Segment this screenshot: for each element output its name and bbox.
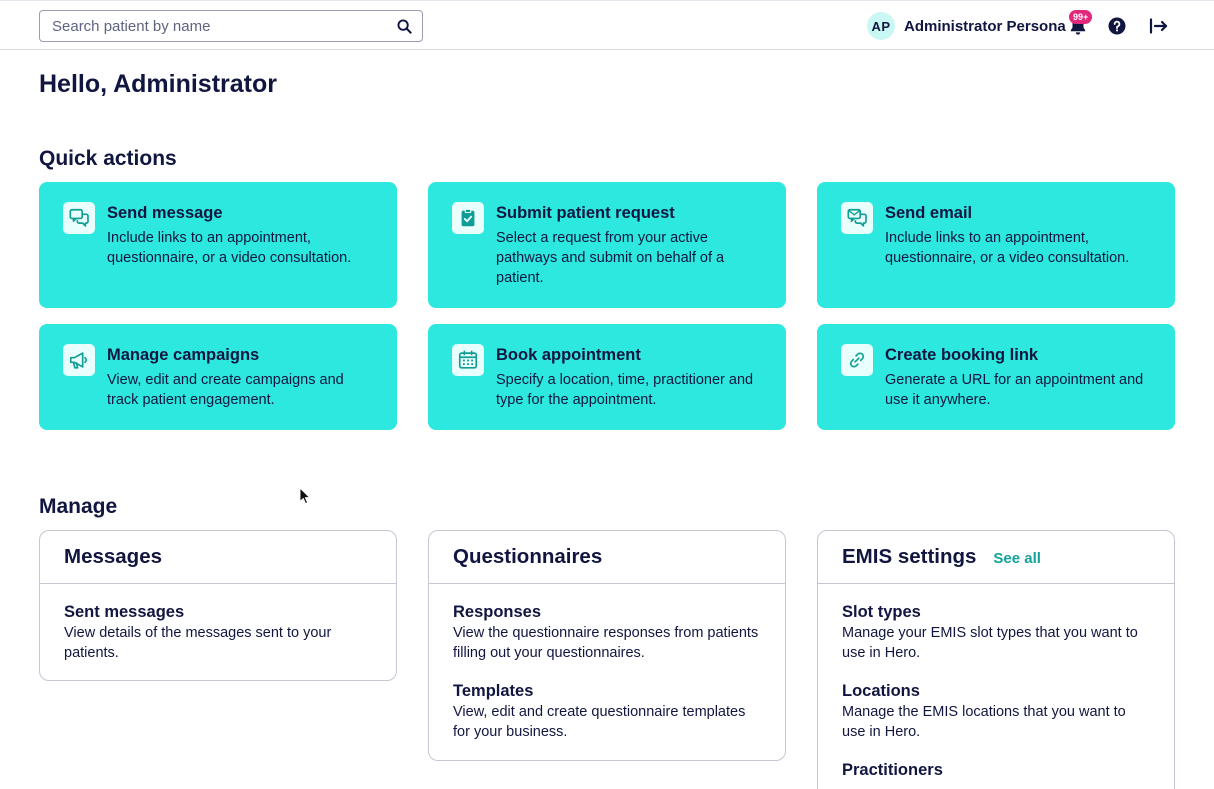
card-description: Include links to an appointment, questio… bbox=[107, 230, 352, 266]
item-description: View, edit and create questionnaire temp… bbox=[453, 704, 746, 740]
manage-campaigns-card[interactable]: Manage campaigns View, edit and create c… bbox=[39, 324, 397, 430]
search-box[interactable] bbox=[39, 10, 423, 42]
user-menu[interactable]: AP Administrator Persona bbox=[867, 12, 1066, 40]
item-description: View the questionnaire responses from pa… bbox=[453, 625, 759, 661]
avatar[interactable]: AP bbox=[867, 12, 895, 40]
submit-patient-request-card[interactable]: Submit patient request Select a request … bbox=[428, 182, 786, 308]
item-title[interactable]: Practitioners bbox=[842, 760, 1150, 780]
emis-settings-panel: EMIS settings See all Slot types Manage … bbox=[817, 530, 1175, 789]
card-title: Submit patient request bbox=[496, 204, 675, 222]
item-description: View details of the messages sent to you… bbox=[64, 625, 332, 661]
card-description: Specify a location, time, practitioner a… bbox=[496, 372, 754, 408]
manage-heading: Manage bbox=[39, 495, 118, 518]
item-title[interactable]: Slot types bbox=[842, 602, 1150, 622]
card-description: Include links to an appointment, questio… bbox=[885, 230, 1130, 266]
card-description: View, edit and create campaigns and trac… bbox=[107, 372, 344, 408]
responses-link[interactable]: Responses View the questionnaire respons… bbox=[453, 602, 761, 663]
clipboard-check-icon bbox=[452, 202, 484, 234]
item-title[interactable]: Responses bbox=[453, 602, 761, 622]
templates-link[interactable]: Templates View, edit and create question… bbox=[453, 681, 761, 742]
panel-title: Questionnaires bbox=[453, 545, 603, 568]
slot-types-link[interactable]: Slot types Manage your EMIS slot types t… bbox=[842, 602, 1150, 663]
practitioners-link[interactable]: Practitioners bbox=[842, 760, 1150, 780]
messages-panel: Messages Sent messages View details of t… bbox=[39, 530, 397, 681]
panel-title: Messages bbox=[64, 545, 163, 568]
card-title: Book appointment bbox=[496, 346, 641, 364]
panel-title: EMIS settings bbox=[842, 545, 977, 568]
card-title: Send email bbox=[885, 204, 973, 222]
send-email-card[interactable]: Send email Include links to an appointme… bbox=[817, 182, 1175, 308]
card-title: Send message bbox=[107, 204, 223, 222]
create-booking-link-card[interactable]: Create booking link Generate a URL for a… bbox=[817, 324, 1175, 430]
page-greeting: Hello, Administrator bbox=[39, 70, 277, 98]
search-icon[interactable] bbox=[396, 18, 412, 34]
item-description: Manage the EMIS locations that you want … bbox=[842, 704, 1126, 740]
locations-link[interactable]: Locations Manage the EMIS locations that… bbox=[842, 681, 1150, 742]
questionnaires-panel: Questionnaires Responses View the questi… bbox=[428, 530, 786, 761]
quick-actions-heading: Quick actions bbox=[39, 147, 177, 170]
send-message-card[interactable]: Send message Include links to an appoint… bbox=[39, 182, 397, 308]
top-bar: AP Administrator Persona 99+ bbox=[0, 0, 1214, 50]
chat-bubbles-icon bbox=[63, 202, 95, 234]
sent-messages-link[interactable]: Sent messages View details of the messag… bbox=[64, 602, 372, 663]
card-description: Generate a URL for an appointment and us… bbox=[885, 372, 1144, 408]
megaphone-icon bbox=[63, 344, 95, 376]
panel-header: EMIS settings See all bbox=[818, 531, 1174, 584]
item-title[interactable]: Sent messages bbox=[64, 602, 372, 622]
book-appointment-card[interactable]: Book appointment Specify a location, tim… bbox=[428, 324, 786, 430]
card-title: Create booking link bbox=[885, 346, 1039, 364]
search-input[interactable] bbox=[52, 17, 396, 35]
card-description: Select a request from your active pathwa… bbox=[496, 230, 725, 286]
email-bubbles-icon bbox=[841, 202, 873, 234]
help-icon[interactable] bbox=[1106, 15, 1128, 37]
link-icon bbox=[841, 344, 873, 376]
item-description: Manage your EMIS slot types that you wan… bbox=[842, 625, 1138, 661]
panel-header: Messages bbox=[40, 531, 396, 584]
panel-header: Questionnaires bbox=[429, 531, 785, 584]
item-title[interactable]: Templates bbox=[453, 681, 761, 701]
see-all-link[interactable]: See all bbox=[993, 550, 1041, 567]
user-name[interactable]: Administrator Persona bbox=[904, 18, 1066, 35]
card-title: Manage campaigns bbox=[107, 346, 260, 364]
logout-icon[interactable] bbox=[1148, 15, 1170, 37]
item-title[interactable]: Locations bbox=[842, 681, 1150, 701]
notification-badge: 99+ bbox=[1069, 10, 1093, 24]
mouse-cursor-icon bbox=[299, 487, 311, 505]
calendar-icon bbox=[452, 344, 484, 376]
